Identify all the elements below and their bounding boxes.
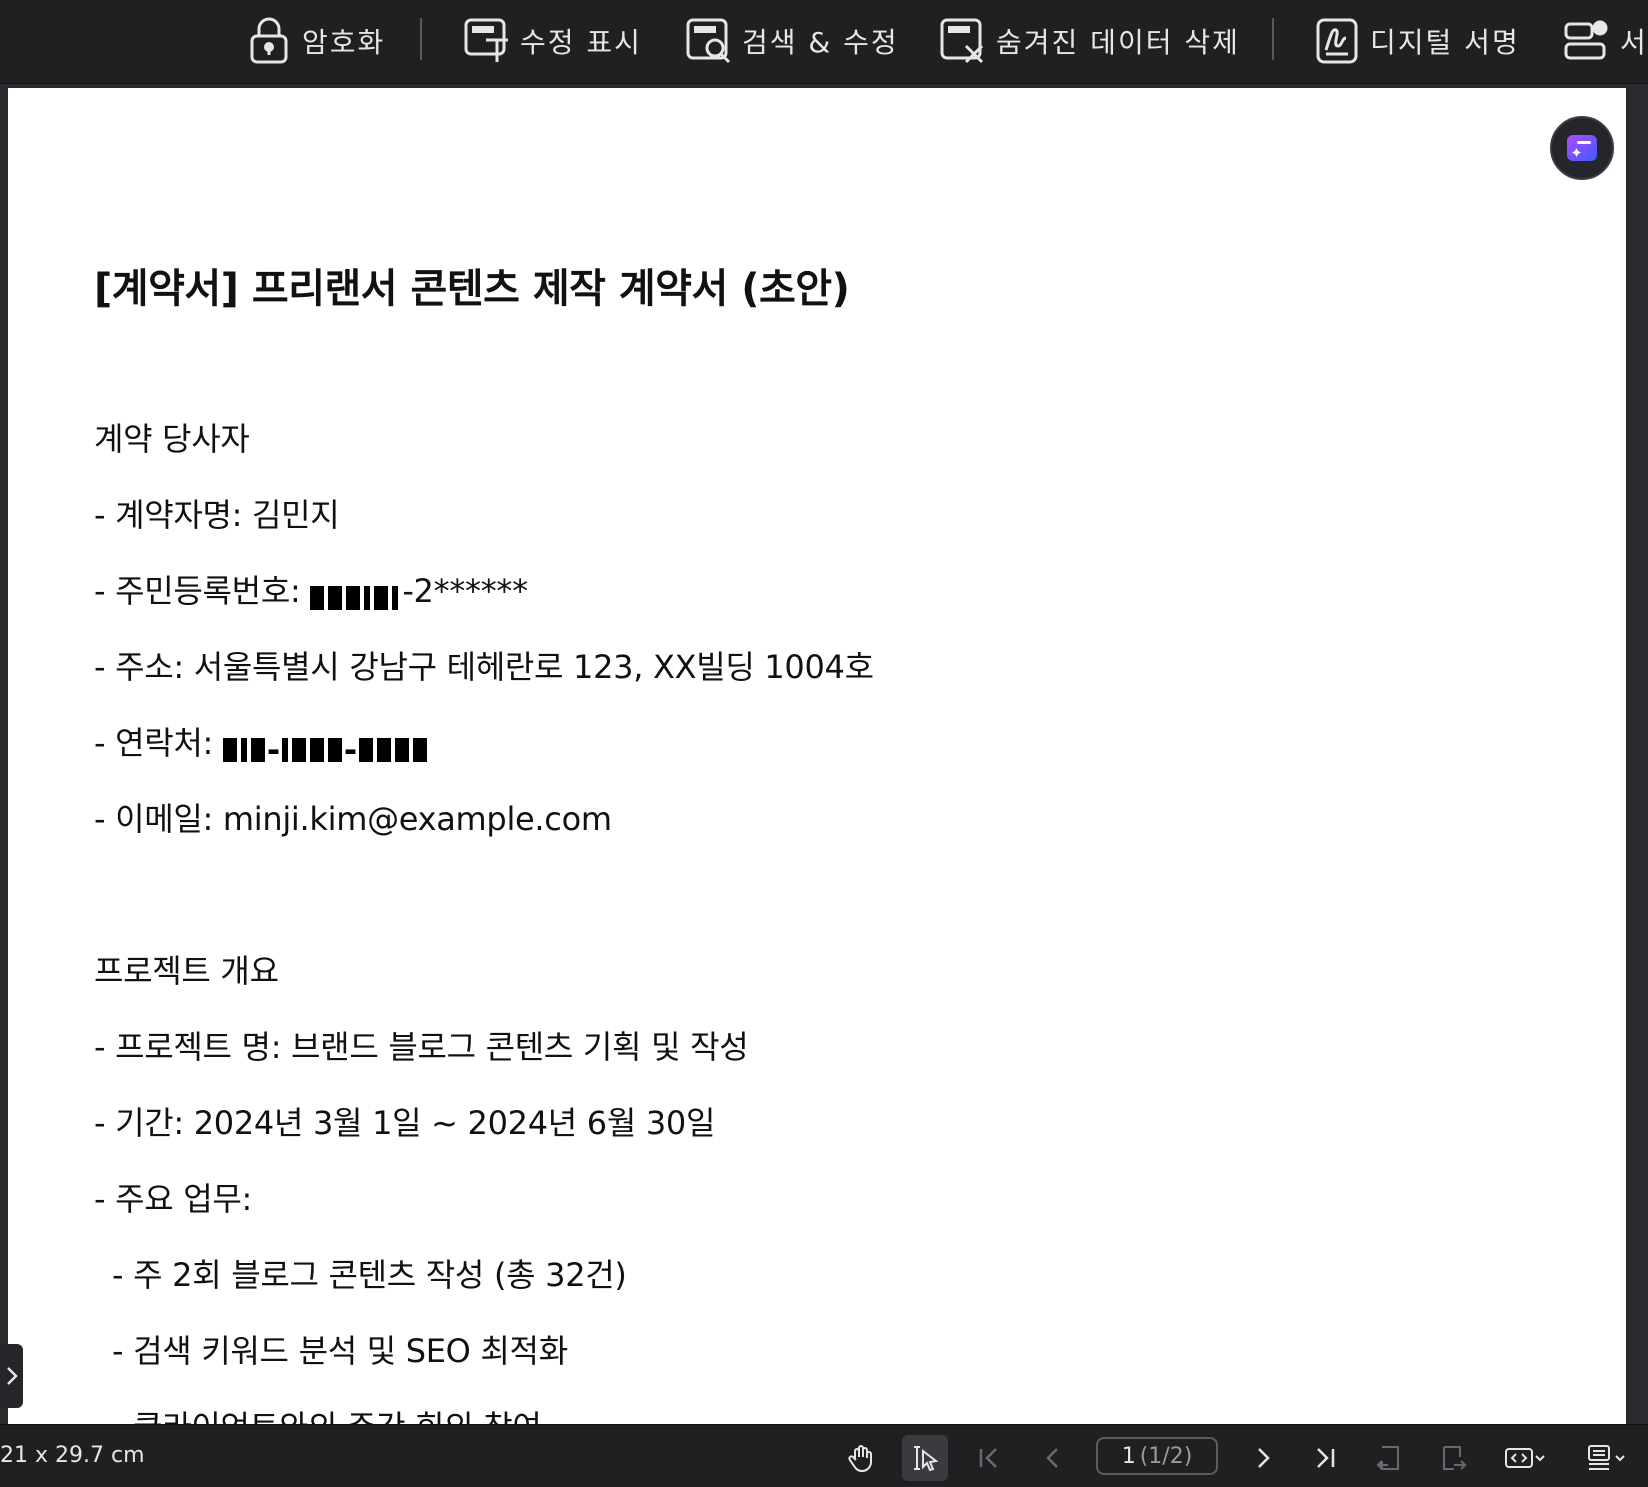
project-heading: 프로젝트 개요 (94, 952, 279, 990)
mark-redaction-icon (464, 18, 508, 62)
contractor-name-line: - 계약자명: 김민지 (94, 496, 340, 534)
hand-icon (848, 1445, 872, 1473)
chevron-down-icon (1615, 1455, 1625, 1462)
ai-assistant-icon (1567, 135, 1597, 161)
task-item: - 클라이언트와의 주간 회의 참여 (112, 1402, 542, 1424)
chevron-right-icon (6, 1367, 18, 1385)
first-page-button[interactable] (966, 1435, 1012, 1481)
mark-redaction-button[interactable]: 수정 표시 (462, 14, 642, 68)
address-line: - 주소: 서울특별시 강남구 테헤란로 123, XX빌딩 1004호 (94, 648, 874, 686)
search-redact-button[interactable]: 검색 & 수정 (684, 14, 899, 68)
last-page-button[interactable] (1302, 1435, 1348, 1481)
code-view-icon (1505, 1448, 1533, 1468)
settings-user-button[interactable]: 서 (1562, 14, 1648, 68)
document-viewport[interactable]: [계약서] 프리랜서 콘텐츠 제작 계약서 (초안) 계약 당사자 - 계약자명… (0, 84, 1648, 1424)
next-view-button[interactable] (1430, 1435, 1476, 1481)
remove-hidden-data-button[interactable]: 숨겨진 데이터 삭제 (938, 14, 1240, 68)
bottom-statusbar: 21 x 29.7 cm 1 (1/2) (0, 1424, 1648, 1487)
rrn-line: - 주민등록번호: -2****** (94, 566, 528, 612)
page-size-label: 21 x 29.7 cm (0, 1443, 145, 1468)
search-redact-label: 검색 & 수정 (742, 26, 899, 59)
select-tool-button[interactable] (902, 1435, 948, 1481)
next-view-icon (1443, 1446, 1467, 1470)
mark-redaction-label: 수정 표시 (520, 26, 642, 59)
email-line: - 이메일: minji.kim@example.com (94, 800, 612, 838)
top-toolbar: 암호화 수정 표시 검색 & 수정 숨겨진 데이터 삭제 디지털 서명 서 (0, 0, 1648, 84)
contact-label: - 연락처: (94, 724, 223, 762)
document-title: [계약서] 프리랜서 콘텐츠 제작 계약서 (초안) (94, 266, 850, 312)
encrypt-button[interactable]: 암호화 (244, 14, 385, 68)
encrypt-label: 암호화 (302, 26, 386, 59)
redaction-block (310, 577, 402, 610)
redaction-block: -- (222, 729, 431, 769)
remove-hidden-data-label: 숨겨진 데이터 삭제 (996, 26, 1240, 59)
remove-hidden-data-icon (940, 18, 984, 64)
digital-signature-label: 디지털 서명 (1370, 26, 1520, 59)
project-name-line: - 프로젝트 명: 브랜드 블로그 콘텐츠 기획 및 작성 (94, 1028, 749, 1066)
current-page: 1 (1121, 1443, 1136, 1469)
chevron-left-icon (1046, 1448, 1058, 1468)
page-total: (1/2) (1139, 1443, 1193, 1469)
digital-signature-icon (1316, 18, 1358, 64)
rrn-suffix: -2****** (402, 572, 528, 610)
ai-assistant-button[interactable] (1550, 116, 1614, 180)
first-page-icon (979, 1448, 997, 1468)
digital-signature-button[interactable]: 디지털 서명 (1312, 14, 1520, 68)
hand-tool-button[interactable] (838, 1435, 884, 1481)
task-item: - 주 2회 블로그 콘텐츠 작성 (총 32건) (112, 1256, 627, 1294)
settings-user-label: 서 (1620, 26, 1648, 59)
rrn-label: - 주민등록번호: (94, 572, 311, 610)
search-redact-icon (686, 18, 731, 64)
toolbar-divider (1272, 18, 1274, 60)
parties-heading: 계약 당사자 (94, 420, 250, 458)
chevron-down-icon (1535, 1455, 1545, 1462)
toolbar-divider (420, 18, 422, 60)
chevron-right-icon (1258, 1448, 1270, 1468)
page-layout-icon (1588, 1445, 1610, 1470)
document-page: [계약서] 프리랜서 콘텐츠 제작 계약서 (초안) 계약 당사자 - 계약자명… (8, 88, 1626, 1424)
text-select-cursor-icon (914, 1446, 939, 1472)
sidebar-toggle[interactable] (0, 1344, 23, 1408)
task-item: - 검색 키워드 분석 및 SEO 최적화 (112, 1332, 568, 1370)
page-number-input[interactable]: 1 (1/2) (1096, 1437, 1218, 1475)
settings-user-icon (1564, 20, 1608, 60)
lock-icon (250, 17, 288, 64)
tasks-label: - 주요 업무: (94, 1180, 253, 1218)
next-page-button[interactable] (1240, 1435, 1286, 1481)
previous-view-button[interactable] (1366, 1435, 1412, 1481)
page-layout-dropdown[interactable] (1576, 1435, 1634, 1481)
contact-line: - 연락처: -- (94, 718, 431, 769)
period-line: - 기간: 2024년 3월 1일 ~ 2024년 6월 30일 (94, 1104, 716, 1142)
last-page-icon (1317, 1448, 1335, 1468)
previous-view-icon (1376, 1446, 1399, 1470)
previous-page-button[interactable] (1030, 1435, 1076, 1481)
view-mode-dropdown[interactable] (1496, 1435, 1554, 1481)
